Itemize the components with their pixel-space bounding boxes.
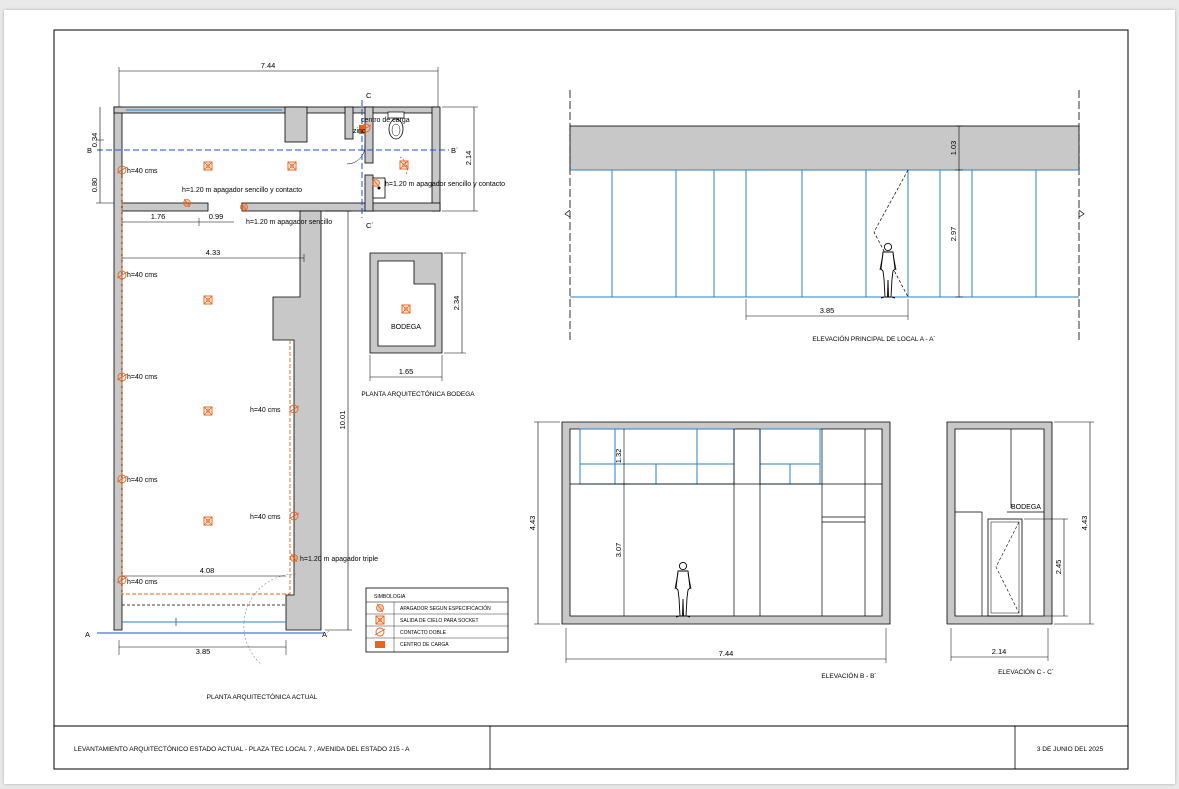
column: [284, 106, 308, 143]
person-figure: [674, 561, 692, 618]
left-wall: [113, 106, 123, 631]
drawing-canvas: LEVANTAMIENTO ARQUITECTÓNICO ESTADO ACTU…: [53, 29, 1129, 770]
switch-icon: [290, 553, 298, 563]
switch-single-label: h=1.20 m apagador sencillo: [246, 219, 332, 226]
dim-right-side: 2.14: [464, 151, 473, 166]
legend-item: APAGADOR SEGUN ESPECIFICACIÓN: [400, 605, 491, 612]
load-center-icon: [375, 641, 385, 648]
legend-title: SIMBOLOGIA: [374, 594, 406, 600]
bodega-label: BODEGA: [391, 324, 421, 331]
section-a: A: [85, 630, 90, 639]
dim-top-width: 7.44: [261, 61, 276, 70]
ceiling-socket-icon: [287, 161, 297, 171]
switch-contact-label: h=1.20 m apagador sencillo y contacto: [182, 187, 302, 194]
section-a2: A´: [322, 630, 330, 639]
legend-item: CONTACTO DOBLE: [400, 630, 447, 636]
right-wall-upper: [431, 106, 441, 212]
legend: SIMBOLOGIA APAGADOR SEGUN ESPECIFICACIÓN…: [365, 587, 509, 653]
elev-b-dim-width: 7.44: [719, 649, 734, 658]
dim-front-width: 4.33: [206, 248, 221, 257]
dim-partition-right: 0.99: [209, 212, 224, 221]
legend-item: CENTRO DE CARGA: [400, 642, 449, 648]
elev-b-dim-lower: 3.07: [614, 543, 623, 558]
right-wall-main: [272, 210, 322, 631]
dim-depth: 10.01: [338, 411, 347, 430]
elev-a-dim-top: 1.03: [949, 141, 958, 156]
ceiling-socket-icon: [203, 406, 213, 416]
switch-icon: [240, 202, 248, 212]
outlet-height-label: h=40 cms: [127, 579, 158, 586]
sink-label: zinc: [353, 128, 366, 135]
switch-contact-label: h=1.20 m apagador sencillo y contacto: [385, 181, 505, 188]
outlet-height-label: h=40 cms: [127, 272, 158, 279]
bodega-dim-height: 2.34: [452, 296, 461, 311]
section-b2: B´: [451, 146, 459, 155]
elev-a-dim-width: 3.85: [820, 306, 835, 315]
elev-c-dim-height: 4.43: [1080, 516, 1089, 531]
dim-partition-left: 1.76: [151, 212, 166, 221]
outlet-height-label: h=40 cms: [127, 477, 158, 484]
legend-item: SALIDA DE CIELO PARA SOCKET: [400, 618, 479, 624]
ceiling-socket-icon: [401, 304, 411, 314]
outlet-height-label: h=40 cms: [250, 407, 281, 414]
ceiling-socket-icon: [203, 161, 213, 171]
dim-lower-width: 4.08: [200, 566, 215, 575]
dim-left-lower: 0.80: [90, 178, 99, 193]
elev-c-dim-width: 2.14: [992, 647, 1007, 656]
switch-icon: [183, 198, 191, 208]
elev-b-dim-upper: 1.32: [614, 449, 623, 464]
door: [987, 518, 1023, 617]
dim-bottom-width: 3.85: [196, 647, 211, 656]
elev-c-title: ELEVACIÓN C - C´: [998, 667, 1054, 676]
ceiling-socket-icon: [203, 295, 213, 305]
switch-icon: [376, 603, 384, 613]
section-c: C: [366, 91, 372, 100]
elev-c-dim-door: 2.45: [1054, 560, 1063, 575]
section-c2: C´: [366, 221, 374, 230]
elev-c-label: BODEGA: [1011, 504, 1041, 511]
elevation-a: 1.03 2.97 3.85 ELEVACIÓN PRINCIPAL DE LO…: [564, 90, 1085, 343]
bodega-title: PLANTA ARQUITECTÓNICA BODEGA: [361, 389, 475, 398]
bodega-plan: BODEGA 2.34 1.65 PLANTA ARQUITECTÓNICA B…: [361, 252, 475, 398]
elev-b-dim-total: 4.43: [528, 516, 537, 531]
plan-title: PLANTA ARQUITECTÓNICA ACTUAL: [207, 692, 318, 701]
elevation-c: BODEGA 4.43 2.45 2.14 ELEVACIÓN C - C´: [946, 421, 1094, 676]
dim-left-upper: 0.34: [90, 133, 99, 148]
drawing-date: 3 DE JUNIO DEL 2025: [1037, 746, 1104, 753]
person-figure: [879, 242, 897, 299]
elevation-b: 4.43 1.32 3.07 7.44 ELEVACIÓN B - B´: [528, 421, 891, 680]
outlet-height-label: h=40 cms: [127, 168, 158, 175]
fascia: [569, 125, 1080, 171]
bodega-dim-width: 1.65: [399, 367, 414, 376]
elev-a-dim-height: 2.97: [949, 227, 958, 242]
ceiling-socket-icon: [203, 516, 213, 526]
project-title: LEVANTAMIENTO ARQUITECTÓNICO ESTADO ACTU…: [74, 744, 410, 753]
outlet-height-label: h=40 cms: [127, 374, 158, 381]
outlet-height-label: h=40 cms: [250, 514, 281, 521]
switch-triple-label: h=1.20 m apagador triple: [300, 556, 378, 563]
elev-a-title: ELEVACIÓN PRINCIPAL DE LOCAL A - A´: [812, 334, 935, 343]
switch-icon: [372, 178, 380, 188]
elev-b-title: ELEVACIÓN B - B´: [821, 671, 876, 680]
drawing-sheet: LEVANTAMIENTO ARQUITECTÓNICO ESTADO ACTU…: [4, 10, 1175, 784]
load-center-label: centro de carga: [361, 117, 410, 124]
